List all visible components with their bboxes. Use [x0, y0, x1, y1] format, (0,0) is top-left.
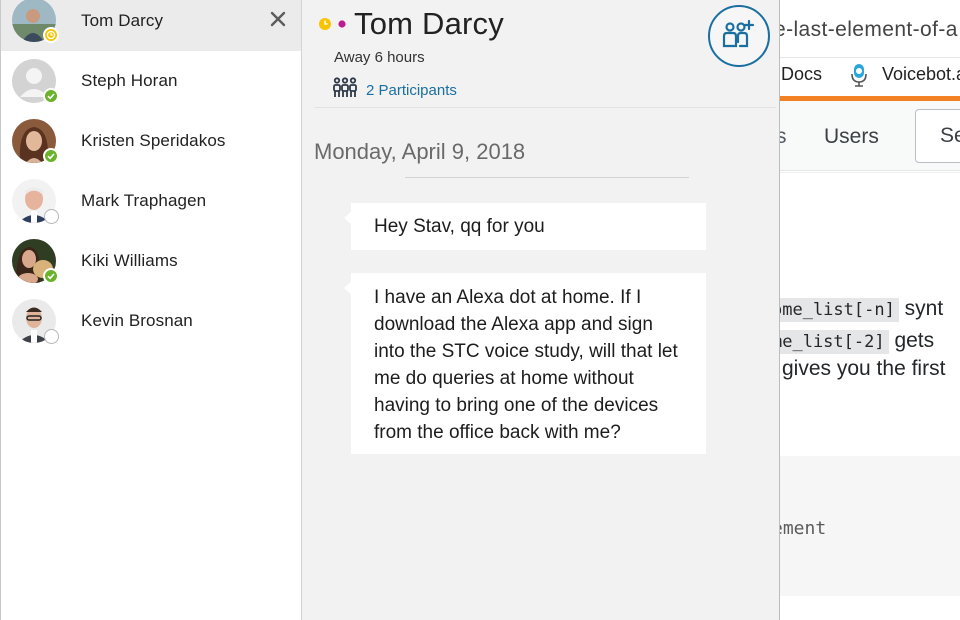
page-content: ome_list[-n] synt me_list[-2] gets gives… [780, 172, 960, 620]
participants-count: 2 Participants [366, 82, 457, 99]
contact-name: Kevin Brosnan [81, 311, 193, 330]
add-participant-button[interactable] [708, 5, 770, 67]
contact-name: Kiki Williams [81, 251, 178, 270]
message-bubble[interactable]: Hey Stav, qq for you [344, 203, 706, 250]
available-status-icon [43, 268, 59, 284]
search-box[interactable]: Se [915, 109, 960, 163]
presence-status: Away 6 hours [334, 49, 425, 66]
offline-status-icon [44, 329, 59, 344]
nav-item-users[interactable]: Users [824, 125, 879, 149]
contact-tom-darcy[interactable]: Tom Darcy [1, 0, 301, 51]
voicebot-icon [848, 62, 870, 88]
contact-kevin-brosnan[interactable]: Kevin Brosnan [1, 291, 301, 351]
available-status-icon [43, 88, 59, 104]
search-label: Se [940, 124, 960, 147]
site-nav: s Users Se [780, 101, 960, 171]
content-line: me_list[-2] gets [780, 329, 935, 354]
message-bubble[interactable]: I have an Alexa dot at home. If I downlo… [344, 273, 706, 454]
add-people-icon [720, 16, 758, 57]
participants-link[interactable]: 2 Participants [332, 77, 457, 104]
conversation-title: Tom Darcy [354, 6, 504, 41]
bookmark-docs[interactable]: e Docs [780, 64, 822, 85]
close-icon[interactable] [269, 10, 287, 28]
contact-list: Tom Darcy Steph Horan Kristen Speridakos… [0, 0, 302, 620]
participants-icon [332, 77, 358, 104]
content-text: synt [904, 297, 944, 320]
avatar [12, 0, 59, 43]
offline-status-icon [44, 209, 59, 224]
content-line: gives you the first [782, 357, 946, 380]
contact-name: Tom Darcy [81, 11, 164, 30]
url-text: e-last-element-of-a [780, 18, 958, 41]
bookmarks-bar: e Docs Voicebot.a [780, 58, 960, 96]
avatar [12, 179, 59, 224]
avatar [12, 239, 59, 284]
code-block: ement [780, 456, 960, 596]
contact-kiki-williams[interactable]: Kiki Williams [1, 231, 301, 291]
date-separator: Monday, April 9, 2018 [314, 139, 526, 164]
avatar [12, 299, 59, 344]
contact-name: Kristen Speridakos [81, 131, 226, 150]
content-text: gets [894, 329, 935, 352]
bookmark-voicebot[interactable]: Voicebot.a [882, 64, 960, 85]
contact-kristen-speridakos[interactable]: Kristen Speridakos [1, 111, 301, 171]
conversation-pane: Tom Darcy Away 6 hours 2 Participants Mo… [302, 0, 780, 620]
contact-mark-traphagen[interactable]: Mark Traphagen [1, 171, 301, 231]
inline-code: ome_list[-n] [780, 298, 899, 322]
contact-name: Steph Horan [81, 71, 178, 90]
address-bar[interactable]: e-last-element-of-a [780, 0, 960, 58]
avatar [12, 119, 59, 164]
code-text: ement [780, 518, 827, 539]
inline-code: me_list[-2] [780, 330, 889, 354]
divider [405, 177, 689, 178]
away-status-icon [43, 27, 59, 43]
avatar [12, 59, 59, 104]
contact-name: Mark Traphagen [81, 191, 207, 210]
background-browser-window: e-last-element-of-a e Docs Voicebot.a s … [780, 0, 960, 620]
presence-icon [318, 17, 350, 31]
conversation-header: Tom Darcy Away 6 hours 2 Participants [314, 0, 776, 108]
available-status-icon [43, 148, 59, 164]
contact-steph-horan[interactable]: Steph Horan [1, 51, 301, 111]
nav-item-partial[interactable]: s [780, 125, 787, 149]
content-line: ome_list[-n] synt [780, 297, 944, 322]
